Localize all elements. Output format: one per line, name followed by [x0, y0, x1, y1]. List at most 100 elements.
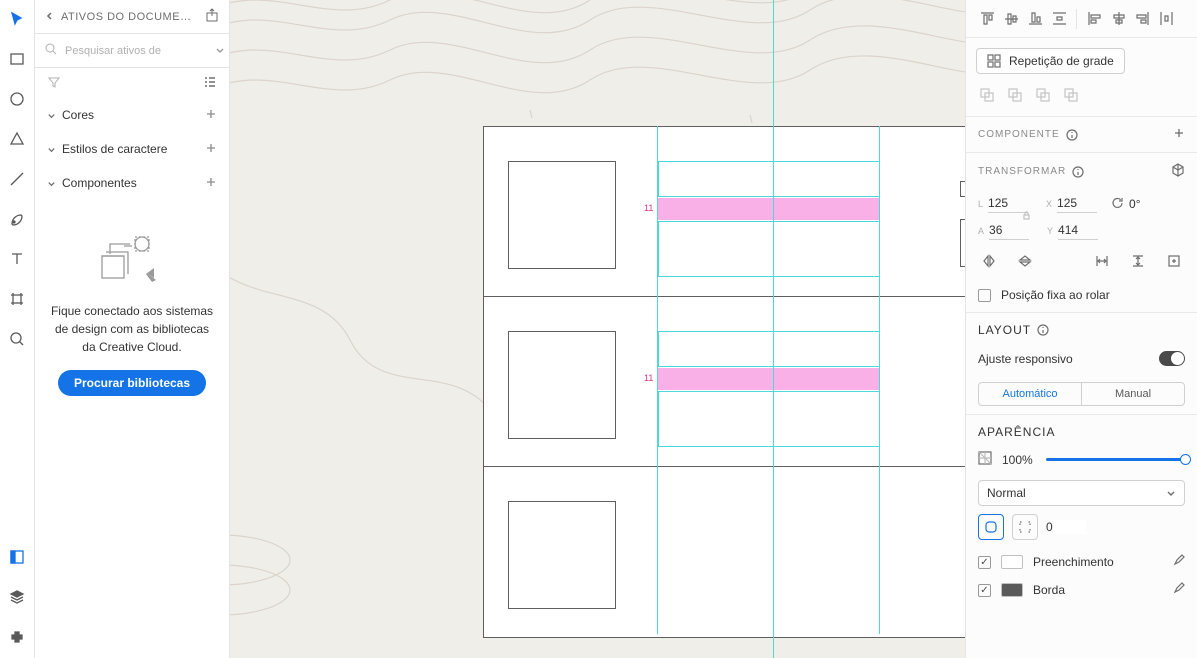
share-icon[interactable]	[205, 8, 219, 25]
zoom-tool[interactable]	[6, 328, 28, 350]
union-icon[interactable]	[976, 84, 998, 106]
search-input[interactable]	[65, 45, 207, 57]
back-icon[interactable]	[45, 10, 55, 24]
seg-auto[interactable]: Automático	[979, 383, 1081, 405]
selected-field-2[interactable]	[658, 391, 880, 447]
fill-label: Preenchimento	[1033, 555, 1162, 569]
seg-manual[interactable]: Manual	[1081, 383, 1184, 405]
fixed-scroll-label: Posição fixa ao rolar	[1001, 288, 1110, 302]
align-hcenter-icon[interactable]	[1107, 8, 1129, 30]
chevron-down-icon[interactable]	[215, 44, 225, 58]
border-swatch[interactable]	[1001, 583, 1023, 597]
promo-text: Fique conectado aos sistemas de design c…	[49, 302, 215, 356]
assets-panel: ATIVOS DO DOCUMENT… Cores Estilos de car…	[35, 0, 230, 658]
border-checkbox[interactable]	[978, 584, 991, 597]
filter-icon[interactable]	[47, 75, 61, 92]
flip-v-icon[interactable]	[1014, 250, 1036, 272]
align-controls	[966, 0, 1197, 38]
responsive-mode-segment[interactable]: Automático Manual	[978, 382, 1185, 406]
eyedropper-icon[interactable]	[1172, 554, 1185, 570]
align-vcenter-icon[interactable]	[1000, 8, 1022, 30]
x-input[interactable]	[1057, 194, 1097, 213]
selected-field-1[interactable]	[658, 161, 880, 197]
tools-toolbar	[0, 0, 35, 658]
panel-title: ATIVOS DO DOCUMENT…	[61, 11, 199, 23]
repeat-grid-button[interactable]: Repetição de grade	[976, 48, 1125, 74]
add-component-icon[interactable]	[1173, 127, 1185, 142]
align-right-icon[interactable]	[1131, 8, 1153, 30]
placeholder-box[interactable]	[960, 219, 965, 267]
ellipse-tool[interactable]	[6, 88, 28, 110]
distribute-v-icon[interactable]	[1048, 8, 1070, 30]
intersect-icon[interactable]	[1032, 84, 1054, 106]
component-section-header: COMPONENTE	[966, 116, 1197, 152]
corner-independent-icon[interactable]	[1012, 514, 1038, 540]
placeholder-box[interactable]	[960, 181, 965, 197]
list-view-icon[interactable]	[203, 75, 217, 92]
selection-edge-left	[657, 126, 658, 634]
plugins-panel-button[interactable]	[6, 626, 28, 648]
polygon-tool[interactable]	[6, 128, 28, 150]
search-icon	[45, 43, 57, 58]
placeholder-box[interactable]	[508, 161, 616, 269]
opacity-slider[interactable]	[1046, 458, 1185, 461]
eyedropper-icon[interactable]	[1172, 582, 1185, 598]
align-left-icon[interactable]	[1083, 8, 1105, 30]
subtract-icon[interactable]	[1004, 84, 1026, 106]
distribute-h-icon[interactable]	[1155, 8, 1177, 30]
constrain-h-icon[interactable]	[1091, 250, 1113, 272]
browse-libraries-button[interactable]: Procurar bibliotecas	[58, 370, 206, 396]
cc-libraries-promo: Fique conectado aos sistemas de design c…	[35, 200, 229, 414]
add-icon[interactable]	[205, 176, 217, 191]
transform-section-header: TRANSFORMAR	[966, 152, 1197, 190]
line-tool[interactable]	[6, 168, 28, 190]
lock-icon[interactable]	[1022, 209, 1031, 223]
placeholder-box[interactable]	[508, 501, 616, 609]
artboard[interactable]: 11 11	[483, 126, 965, 638]
canvas[interactable]: 11 11	[230, 0, 965, 658]
y-input[interactable]	[1058, 221, 1098, 240]
layers-panel-button[interactable]	[6, 586, 28, 608]
corner-same-icon[interactable]	[978, 514, 1004, 540]
selected-field-2[interactable]	[658, 221, 880, 277]
inspector-panel: Repetição de grade COMPONENTE TRANSFORMA…	[965, 0, 1197, 658]
gap-indicator	[658, 198, 880, 220]
gap-indicator	[658, 368, 880, 390]
fill-checkbox[interactable]	[978, 556, 991, 569]
add-icon[interactable]	[205, 142, 217, 157]
height-input[interactable]	[989, 221, 1029, 240]
constrain-v-icon[interactable]	[1127, 250, 1149, 272]
blend-mode-select[interactable]: Normal	[978, 480, 1185, 506]
select-tool[interactable]	[6, 8, 28, 30]
char-styles-section[interactable]: Estilos de caractere	[35, 132, 229, 166]
constrain-all-icon[interactable]	[1163, 250, 1185, 272]
responsive-toggle[interactable]	[1159, 351, 1185, 366]
gap-value: 11	[644, 203, 653, 213]
opacity-icon	[978, 451, 992, 468]
gap-value: 11	[644, 373, 653, 383]
selected-field-1[interactable]	[658, 331, 880, 367]
assets-panel-button[interactable]	[6, 546, 28, 568]
align-bottom-icon[interactable]	[1024, 8, 1046, 30]
flip-h-icon[interactable]	[978, 250, 1000, 272]
exclude-icon[interactable]	[1060, 84, 1082, 106]
add-icon[interactable]	[205, 108, 217, 123]
colors-section[interactable]: Cores	[35, 98, 229, 132]
guide-vertical	[773, 0, 774, 658]
components-section[interactable]: Componentes	[35, 166, 229, 200]
fixed-scroll-checkbox[interactable]	[978, 289, 991, 302]
fill-swatch[interactable]	[1001, 555, 1023, 569]
boolean-ops	[966, 84, 1197, 116]
pen-tool[interactable]	[6, 208, 28, 230]
responsive-label: Ajuste responsivo	[978, 352, 1073, 366]
rectangle-tool[interactable]	[6, 48, 28, 70]
placeholder-box[interactable]	[508, 331, 616, 439]
text-tool[interactable]	[6, 248, 28, 270]
rotate-icon	[1111, 196, 1124, 212]
opacity-value: 100%	[1002, 453, 1036, 467]
3d-icon[interactable]	[1171, 163, 1185, 180]
artboard-tool[interactable]	[6, 288, 28, 310]
rotation-value: 0°	[1129, 197, 1140, 211]
corner-radius-input[interactable]	[1046, 520, 1086, 534]
align-top-icon[interactable]	[976, 8, 998, 30]
